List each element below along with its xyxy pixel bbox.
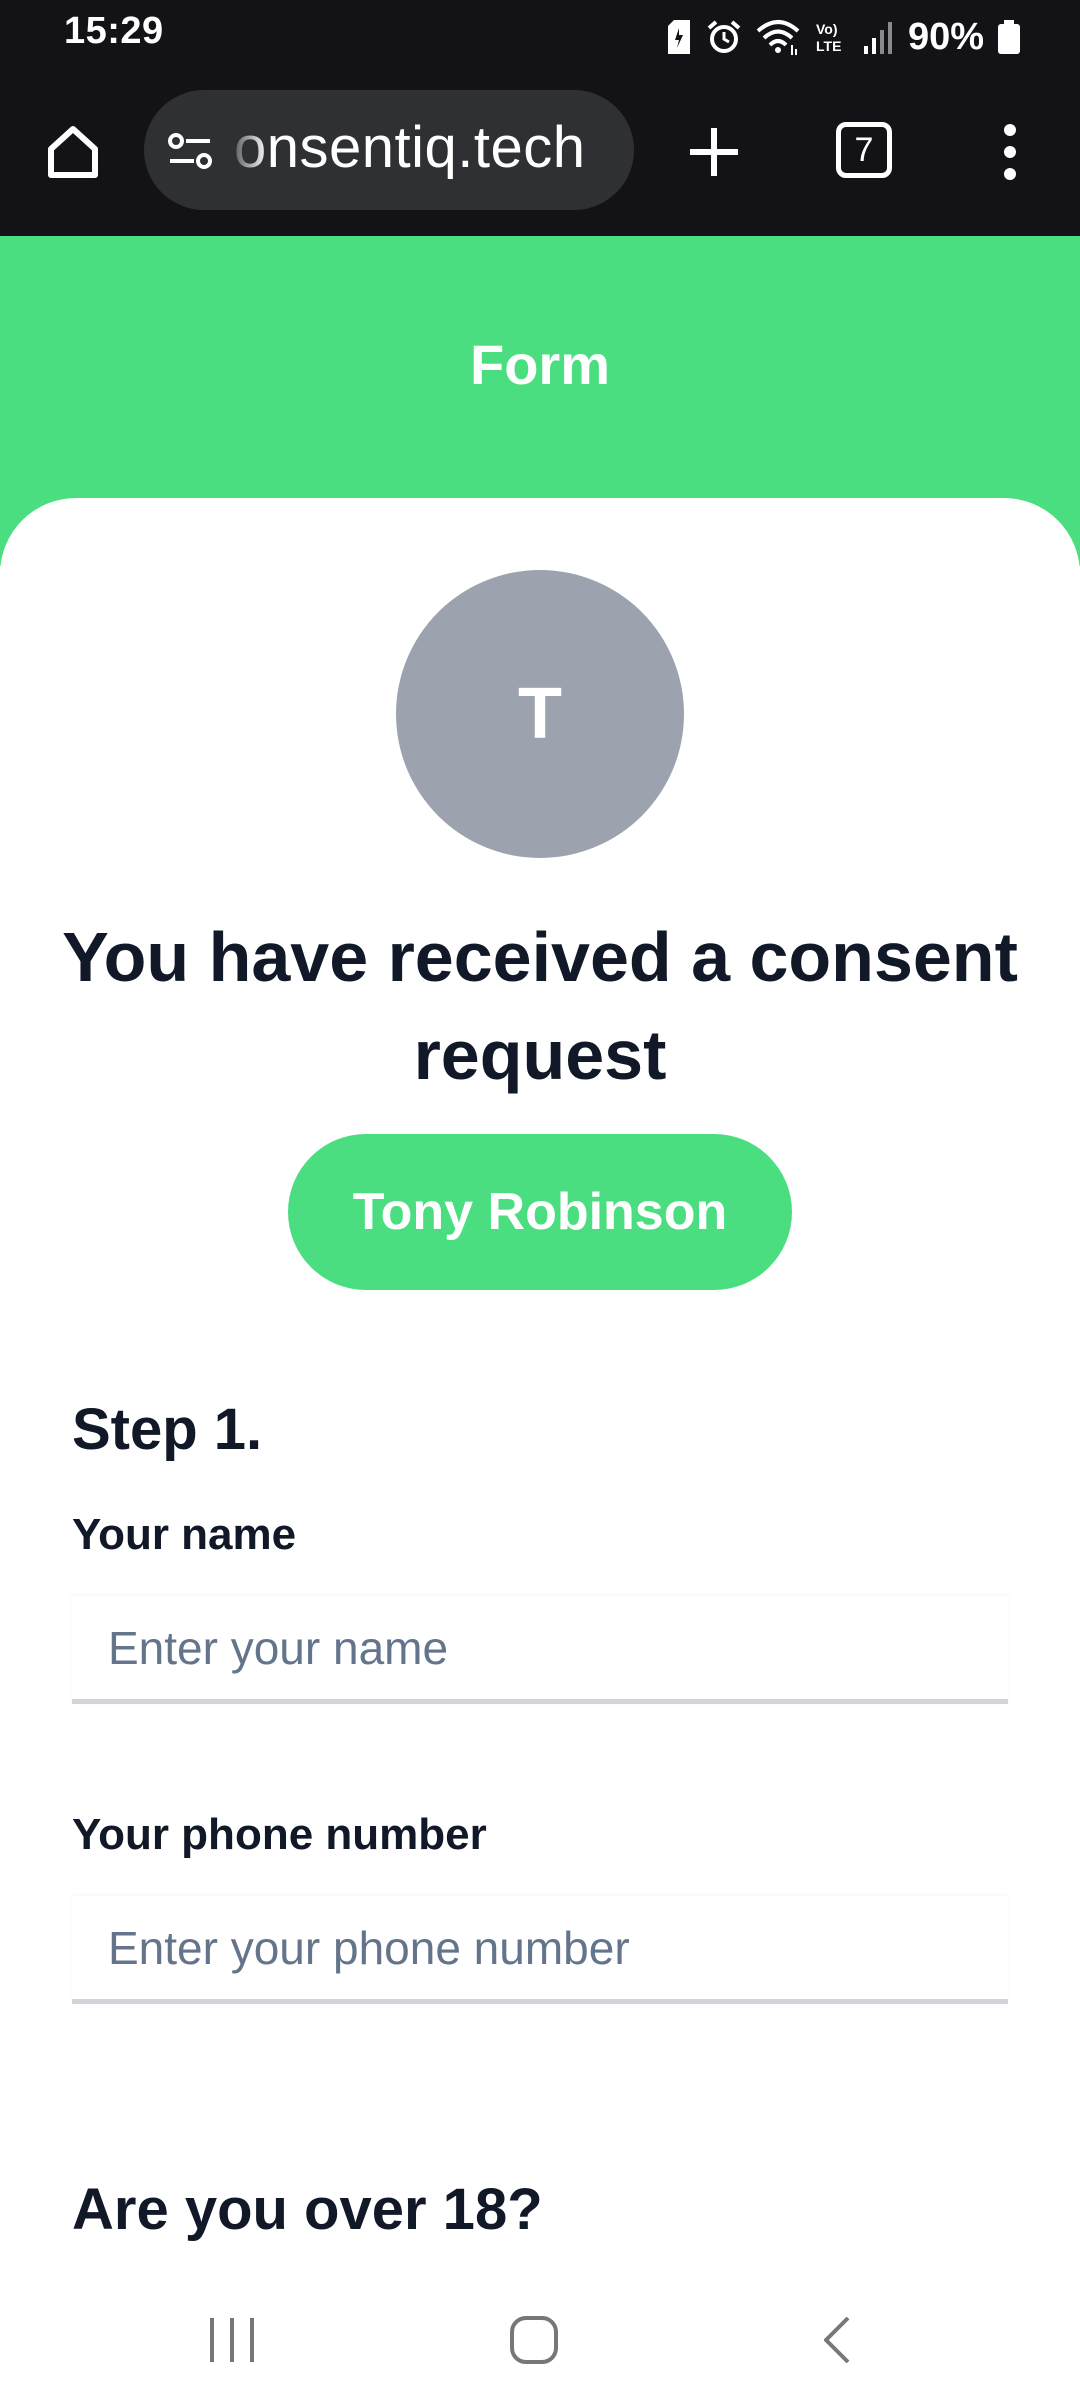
avatar-initial: T [518,674,562,754]
url-fade [224,90,268,210]
plus-icon [690,128,738,176]
volte-icon: Vo) LTE [814,19,850,55]
signal-icon [863,20,894,54]
wifi-icon [756,19,800,55]
site-info-icon[interactable] [166,128,214,176]
home-nav-button[interactable] [484,2290,584,2390]
consent-card: T You have received a consent request To… [0,498,1080,2298]
back-icon [824,2316,850,2364]
avatar: T [396,570,684,858]
more-vert-icon [1004,124,1016,180]
browser-toolbar: onsentiq.tech 7 [0,74,1080,236]
page-title: Form [470,333,610,396]
tab-count: 7 [854,130,874,169]
browser-menu-button[interactable] [986,114,1034,190]
svg-text:Vo): Vo) [816,21,838,37]
status-icons: Vo) LTE 90% [666,12,1020,62]
sender-name: Tony Robinson [352,1183,728,1241]
alarm-icon [706,19,742,55]
battery-icon [998,20,1020,54]
status-time: 15:29 [64,10,164,52]
status-bar: 15:29 Vo) LTE 90% [0,0,1080,74]
svg-text:LTE: LTE [816,38,841,54]
recents-icon [210,2318,254,2362]
tabs-button[interactable]: 7 [836,122,892,178]
address-bar[interactable]: onsentiq.tech [144,90,634,210]
battery-percentage: 90% [907,15,984,58]
phone-input[interactable] [72,1896,1008,2004]
home-button[interactable] [36,114,110,188]
home-nav-icon [510,2316,558,2364]
age-question: Are you over 18? [72,2177,543,2242]
home-icon [48,126,98,178]
sim-alert-icon [666,20,692,54]
url-text[interactable]: onsentiq.tech [234,112,586,184]
recents-button[interactable] [182,2290,282,2390]
sender-badge: Tony Robinson [288,1134,792,1290]
step-label: Step 1. [72,1397,263,1462]
system-nav-bar [0,2270,1080,2408]
new-tab-button[interactable] [676,114,752,190]
name-label: Your name [72,1510,297,1559]
name-input[interactable] [72,1596,1008,1704]
request-heading: You have received a consent request [62,918,1018,1094]
phone-label: Your phone number [72,1810,487,1859]
back-button[interactable] [788,2290,888,2390]
